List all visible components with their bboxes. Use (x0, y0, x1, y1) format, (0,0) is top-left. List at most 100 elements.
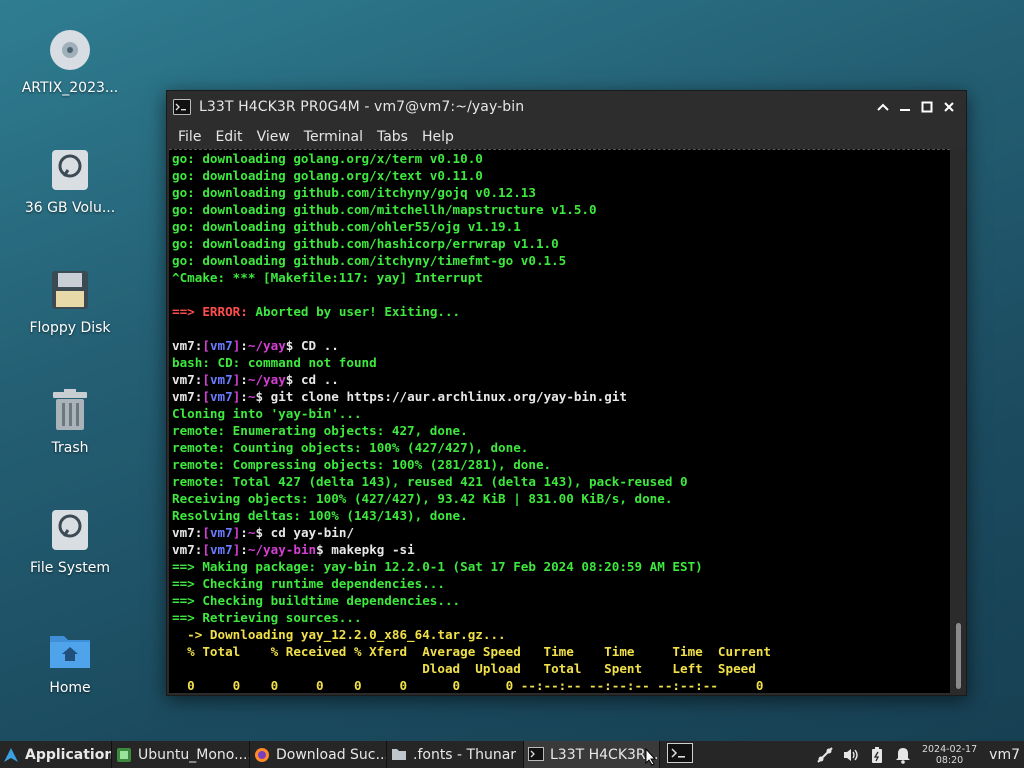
hard-drive-icon (46, 506, 94, 554)
task-label: Ubuntu_Mono.... (138, 746, 250, 763)
terminal-icon (528, 746, 544, 763)
terminal-line: ==> ERROR: Aborted by user! Exiting... (172, 303, 950, 320)
notification-bell-icon[interactable] (890, 741, 916, 768)
terminal-icon (173, 99, 191, 115)
task-thunar[interactable]: .fonts - Thunar (387, 741, 524, 768)
desktop-icon-floppy[interactable]: Floppy Disk (14, 266, 126, 336)
prompt-user: vm7 (172, 338, 195, 353)
terminal-line: remote: Compressing objects: 100% (281/2… (172, 457, 552, 472)
prompt-line: vm7:[vm7]:~/yay-bin$ makepkg -si (172, 542, 415, 557)
system-tray: 2024-02-17 08:20 vm7 (812, 741, 1024, 768)
menu-file[interactable]: File (171, 129, 208, 145)
prompt-host: vm7 (209, 542, 233, 557)
prompt-host: vm7 (209, 389, 233, 404)
task-download[interactable]: Download Suc... (250, 741, 387, 768)
prompt-path: ~/yay (247, 372, 286, 387)
prompt-command: cd yay-bin/ (263, 525, 355, 540)
terminal-line: Resolving deltas: 100% (143/143), done. (172, 508, 468, 523)
prompt-host: vm7 (209, 372, 233, 387)
prompt-command: CD .. (293, 338, 339, 353)
battery-icon[interactable] (864, 741, 890, 768)
error-label: ERROR: (202, 304, 248, 319)
applications-menu-button[interactable]: Applications (0, 741, 112, 768)
terminal-scrollbar[interactable] (951, 149, 966, 693)
user-menu[interactable]: vm7 (983, 747, 1024, 763)
clock-date: 2024-02-17 (921, 743, 978, 755)
terminal-icon (667, 742, 693, 767)
floppy-disk-icon (46, 266, 94, 314)
desktop-icon-filesystem[interactable]: File System (14, 506, 126, 576)
desktop-icon-artix[interactable]: ARTIX_2023... (14, 26, 126, 96)
trash-icon (46, 386, 94, 434)
task-terminal[interactable]: L33T H4CK3R... (524, 741, 660, 768)
prompt-host: vm7 (209, 338, 233, 353)
window-titlebar[interactable]: L33T H4CK3R PR0G4M - vm7@vm7:~/yay-bin (167, 91, 966, 123)
prompt-user: vm7 (172, 525, 195, 540)
prompt-user: vm7 (172, 542, 195, 557)
prompt-user: vm7 (172, 372, 195, 387)
desktop-icon-label: ARTIX_2023... (21, 80, 119, 96)
terminal-line: ^Cmake: *** [Makefile:117: yay] Interrup… (172, 270, 483, 285)
error-arrow: ==> (172, 304, 203, 319)
network-icon[interactable] (812, 741, 838, 768)
desktop-icon-label: Trash (51, 440, 89, 456)
desktop-icon-home[interactable]: Home (14, 626, 126, 696)
terminal-line: go: downloading github.com/itchyny/timef… (172, 253, 567, 268)
maximize-icon[interactable] (916, 96, 938, 118)
scrollbar-thumb[interactable] (956, 623, 961, 689)
prompt-line: vm7:[vm7]:~$ cd yay-bin/ (172, 525, 355, 540)
prompt-command: makepkg -si (323, 542, 415, 557)
terminal-line: Receiving objects: 100% (427/427), 93.42… (172, 491, 673, 506)
desktop-icon-label: Floppy Disk (29, 320, 111, 336)
terminal-line: remote: Total 427 (delta 143), reused 42… (172, 474, 688, 489)
prompt-user: vm7 (172, 389, 195, 404)
desktop-icon-label: File System (29, 560, 111, 576)
folder-icon (391, 747, 407, 763)
terminal-line: -> Downloading yay_12.2.0_x86_64.tar.gz.… (172, 627, 506, 642)
task-ubuntu-mono[interactable]: Ubuntu_Mono.... (112, 741, 250, 768)
terminal-launcher-button[interactable] (660, 741, 700, 768)
minimize-icon[interactable] (894, 96, 916, 118)
home-folder-icon (46, 626, 94, 674)
terminal-line: go: downloading golang.org/x/term v0.10.… (172, 151, 483, 166)
volume-icon[interactable] (838, 741, 864, 768)
terminal-line: go: downloading github.com/mitchellh/map… (172, 202, 597, 217)
window-title: L33T H4CK3R PR0G4M - vm7@vm7:~/yay-bin (199, 99, 525, 115)
terminal-line: ==> Retrieving sources... (172, 610, 362, 625)
menu-tabs[interactable]: Tabs (370, 129, 415, 145)
terminal-line: bash: CD: command not found (172, 355, 377, 370)
firefox-icon (254, 747, 270, 763)
terminal-line: remote: Counting objects: 100% (427/427)… (172, 440, 529, 455)
terminal-line: Dload Upload Total Spent Left Speed (172, 661, 756, 676)
terminal-line: Cloning into 'yay-bin'... (172, 406, 362, 421)
task-label: L33T H4CK3R... (550, 746, 659, 763)
menu-edit[interactable]: Edit (208, 129, 249, 145)
prompt-command: git clone https://aur.archlinux.org/yay-… (263, 389, 628, 404)
terminal-window[interactable]: L33T H4CK3R PR0G4M - vm7@vm7:~/yay-bin F… (166, 90, 967, 696)
terminal-line: go: downloading github.com/ohler55/ojg v… (172, 219, 521, 234)
terminal-line: % Total % Received % Xferd Average Speed… (172, 644, 771, 659)
menu-help[interactable]: Help (415, 129, 461, 145)
terminal-output[interactable]: go: downloading golang.org/x/term v0.10.… (169, 149, 950, 693)
prompt-line: vm7:[vm7]:~$ git clone https://aur.archl… (172, 389, 628, 404)
desktop-icon-trash[interactable]: Trash (14, 386, 126, 456)
menu-bar: File Edit View Terminal Tabs Help (167, 123, 966, 151)
terminal-line: remote: Enumerating objects: 427, done. (172, 423, 468, 438)
prompt-line: vm7:[vm7]:~/yay$ cd .. (172, 372, 339, 387)
terminal-line: ==> Making package: yay-bin 12.2.0-1 (Sa… (172, 559, 703, 574)
menu-view[interactable]: View (250, 129, 297, 145)
terminal-line: 0 0 0 0 0 0 0 0 --:--:-- --:--:-- --:--:… (172, 678, 764, 693)
prompt-line: vm7:[vm7]:~/yay$ CD .. (172, 338, 339, 353)
clock[interactable]: 2024-02-17 08:20 (916, 744, 983, 766)
menu-terminal[interactable]: Terminal (297, 129, 370, 145)
chevron-up-icon[interactable] (872, 96, 894, 118)
terminal-line: ==> Checking runtime dependencies... (172, 576, 445, 591)
close-icon[interactable] (938, 96, 960, 118)
mouse-cursor-icon (645, 748, 657, 766)
artix-logo-icon (3, 747, 19, 763)
desktop-icon-volume[interactable]: 36 GB Volu... (14, 146, 126, 216)
task-label: Download Suc... (276, 746, 387, 763)
task-label: .fonts - Thunar (413, 746, 517, 763)
optical-disc-icon (46, 26, 94, 74)
